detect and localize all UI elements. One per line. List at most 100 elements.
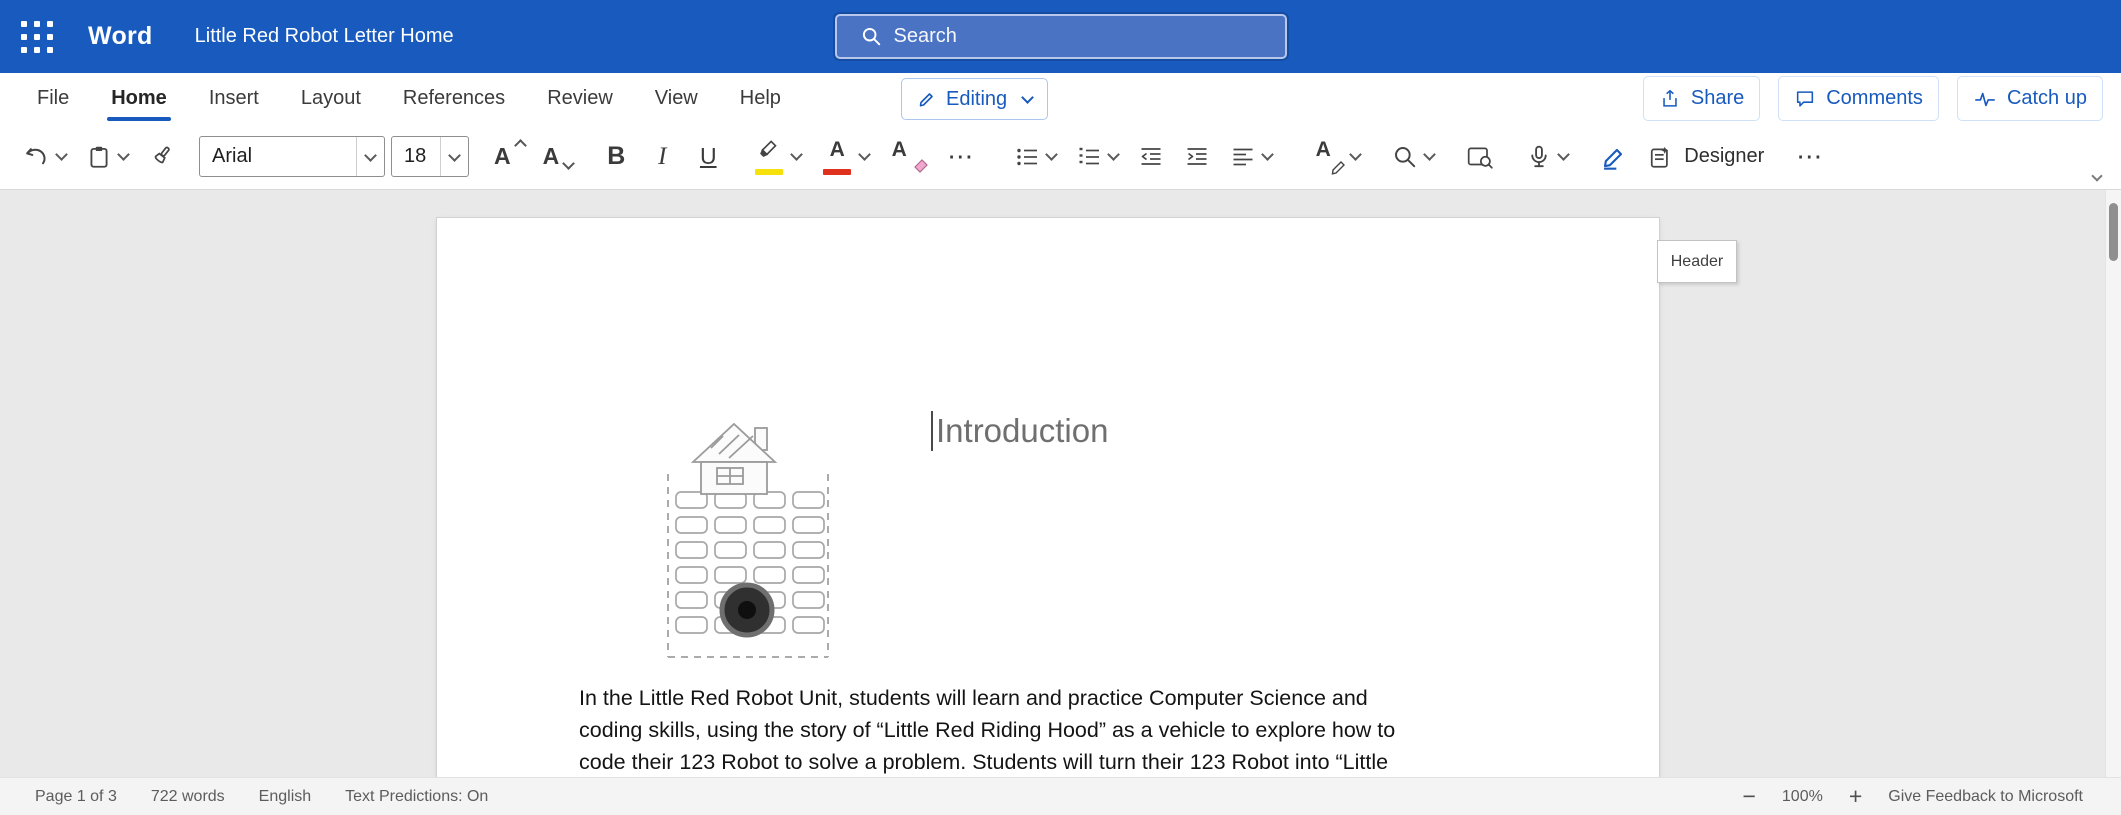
tab-help[interactable]: Help — [719, 73, 802, 124]
clear-formatting-icon: A — [889, 139, 927, 175]
pulse-icon — [1973, 88, 1997, 110]
decrease-indent-button[interactable] — [1131, 134, 1171, 180]
format-painter-button[interactable] — [141, 134, 181, 180]
shrink-font-button[interactable]: A — [536, 134, 579, 180]
ribbon-collapse-button[interactable] — [2083, 165, 2111, 187]
share-label: Share — [1691, 87, 1744, 110]
font-name-value: Arial — [200, 145, 356, 168]
more-icon: ⋯ — [947, 141, 974, 172]
comments-button[interactable]: Comments — [1778, 76, 1939, 121]
increase-indent-button[interactable] — [1177, 134, 1217, 180]
grow-font-icon: A — [494, 143, 523, 170]
font-size-dropdown[interactable] — [440, 137, 468, 176]
editor-icon — [1600, 143, 1628, 171]
document-paragraph[interactable]: In the Little Red Robot Unit, students w… — [579, 682, 1509, 777]
catch-up-button[interactable]: Catch up — [1957, 76, 2103, 121]
chevron-down-icon — [1557, 148, 1570, 161]
designer-label: Designer — [1684, 145, 1764, 168]
underline-icon: U — [700, 143, 717, 170]
language-status[interactable]: English — [259, 788, 311, 806]
editor-button[interactable] — [1593, 134, 1635, 180]
app-launcher-button[interactable] — [14, 14, 60, 60]
header-section-tag[interactable]: Header — [1657, 240, 1737, 283]
document-page[interactable]: Introduction In the Little Red Robot Uni… — [436, 217, 1660, 777]
zoom-in-button[interactable]: + — [1849, 785, 1862, 808]
comments-icon — [1794, 88, 1816, 110]
chevron-down-icon — [1423, 148, 1436, 161]
bullet-list-icon — [1014, 145, 1040, 169]
page-search-button[interactable] — [1459, 134, 1501, 180]
ribbon-tab-row: File Home Insert Layout References Revie… — [0, 73, 2121, 124]
paragraph-line: coding skills, using the story of “Littl… — [579, 714, 1509, 746]
zoom-level[interactable]: 100% — [1782, 788, 1823, 806]
text-predictions-status[interactable]: Text Predictions: On — [345, 788, 488, 806]
highlight-icon — [753, 139, 785, 175]
chevron-down-icon — [1045, 148, 1058, 161]
share-button[interactable]: Share — [1643, 76, 1760, 121]
find-button[interactable] — [1385, 134, 1441, 180]
font-name-dropdown[interactable] — [356, 137, 384, 176]
underline-button[interactable]: U — [688, 134, 728, 180]
page-search-icon — [1466, 144, 1494, 170]
search-input[interactable] — [894, 25, 1285, 48]
more-font-options-button[interactable]: ⋯ — [940, 134, 981, 180]
numbering-button[interactable] — [1069, 134, 1125, 180]
more-icon: ⋯ — [1796, 141, 1823, 172]
tab-layout[interactable]: Layout — [280, 73, 382, 124]
paste-button[interactable] — [79, 134, 135, 180]
chevron-down-icon — [364, 149, 377, 162]
tab-file[interactable]: File — [16, 73, 90, 124]
chevron-down-icon — [790, 148, 803, 161]
chevron-down-icon — [55, 148, 68, 161]
italic-button[interactable]: I — [642, 134, 682, 180]
text-cursor — [931, 411, 933, 451]
chevron-down-icon — [1107, 148, 1120, 161]
font-color-button[interactable]: A — [814, 134, 876, 180]
font-size-combobox[interactable]: 18 — [391, 136, 469, 177]
document-heading[interactable]: Introduction — [931, 411, 1108, 451]
align-icon — [1230, 145, 1256, 169]
highlight-color-button[interactable] — [746, 134, 808, 180]
page-count-status[interactable]: Page 1 of 3 — [35, 788, 117, 806]
microphone-icon — [1526, 144, 1552, 170]
tab-home[interactable]: Home — [90, 73, 188, 124]
document-image[interactable] — [659, 414, 837, 667]
search-icon — [861, 26, 882, 47]
ribbon-toolbar: Arial 18 A A B I U A A ⋯ — [0, 124, 2121, 190]
undo-button[interactable] — [16, 134, 73, 180]
more-toolbar-button[interactable]: ⋯ — [1789, 134, 1830, 180]
vertical-scrollbar[interactable] — [2105, 190, 2121, 777]
feedback-link[interactable]: Give Feedback to Microsoft — [1888, 788, 2083, 806]
zoom-out-button[interactable]: − — [1742, 785, 1755, 808]
increase-indent-icon — [1184, 145, 1210, 169]
word-count-status[interactable]: 722 words — [151, 788, 225, 806]
italic-icon: I — [658, 143, 666, 171]
dictate-button[interactable] — [1519, 134, 1575, 180]
search-box[interactable] — [835, 14, 1287, 59]
bold-button[interactable]: B — [596, 134, 636, 180]
catch-up-label: Catch up — [2007, 87, 2087, 110]
bullets-button[interactable] — [1007, 134, 1063, 180]
paragraph-line: In the Little Red Robot Unit, students w… — [579, 682, 1509, 714]
tab-references[interactable]: References — [382, 73, 526, 124]
align-button[interactable] — [1223, 134, 1279, 180]
font-name-combobox[interactable]: Arial — [199, 136, 385, 177]
editing-mode-dropdown[interactable]: Editing — [901, 78, 1048, 120]
grow-font-button[interactable]: A — [487, 134, 530, 180]
app-launcher-icon — [21, 21, 53, 53]
styles-icon: A — [1312, 139, 1344, 175]
clear-formatting-button[interactable]: A — [882, 134, 934, 180]
styles-button[interactable]: A — [1305, 134, 1367, 180]
document-title[interactable]: Little Red Robot Letter Home — [195, 25, 454, 48]
tab-view[interactable]: View — [634, 73, 719, 124]
scrollbar-thumb[interactable] — [2109, 203, 2118, 261]
bold-icon: B — [607, 142, 625, 171]
status-bar: Page 1 of 3 722 words English Text Predi… — [0, 777, 2121, 815]
tab-insert[interactable]: Insert — [188, 73, 280, 124]
find-icon — [1392, 144, 1418, 170]
app-name[interactable]: Word — [88, 22, 153, 51]
chevron-down-icon — [448, 149, 461, 162]
designer-button[interactable]: Designer — [1641, 134, 1771, 180]
tab-review[interactable]: Review — [526, 73, 634, 124]
status-right: − 100% + Give Feedback to Microsoft — [1742, 785, 2083, 808]
